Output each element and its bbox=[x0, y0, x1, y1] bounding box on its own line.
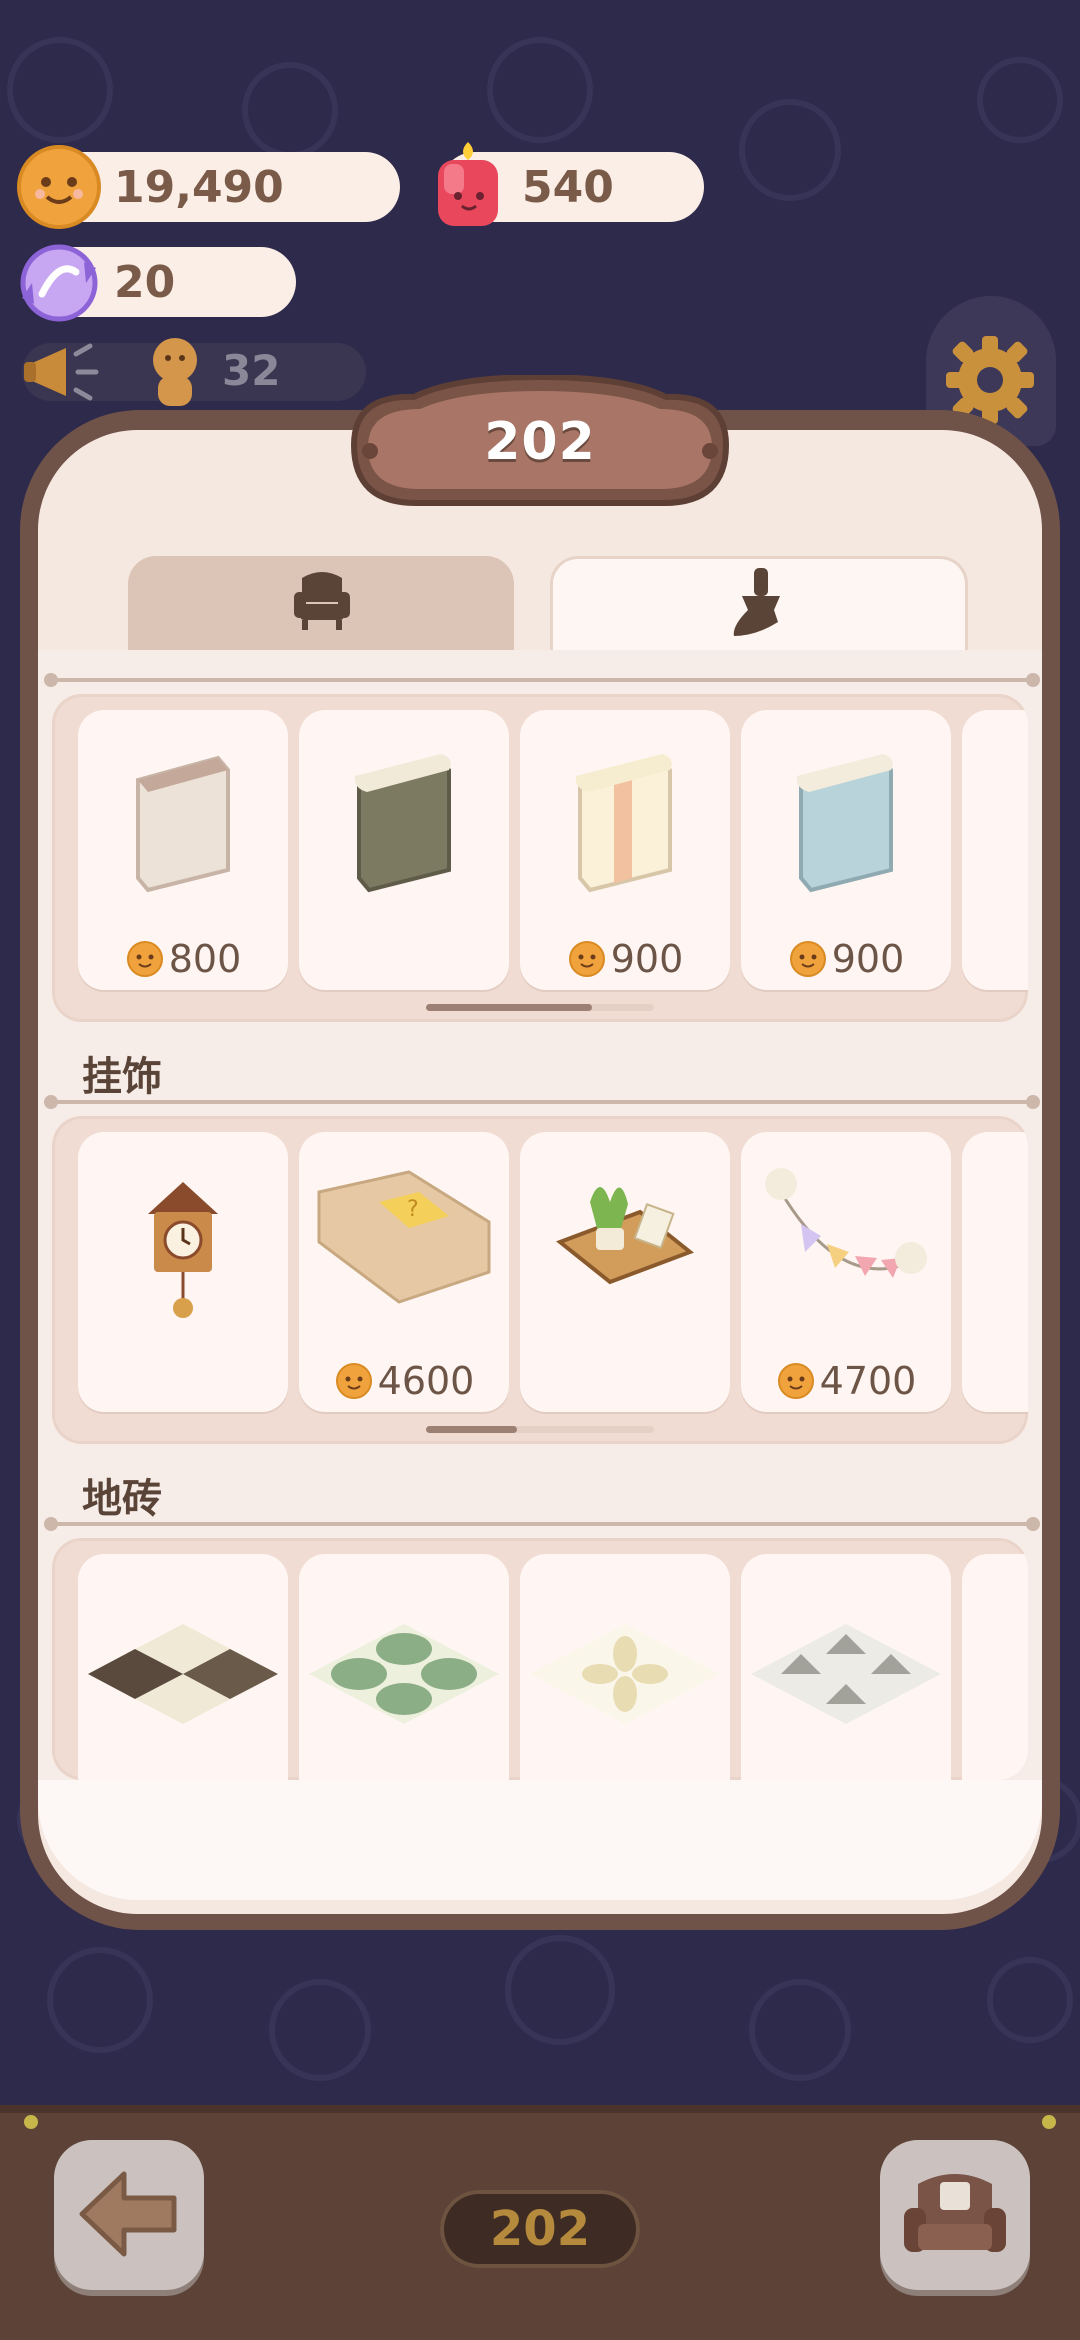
shop-item-card[interactable]: 800 bbox=[78, 710, 288, 990]
item-price-value: 4700 bbox=[819, 1359, 917, 1403]
white-panel-icon bbox=[136, 755, 230, 893]
item-price: 900 bbox=[741, 934, 951, 984]
shop-item-card[interactable] bbox=[520, 1554, 730, 1780]
item-price-value: 4600 bbox=[377, 1359, 475, 1403]
shop-item-card[interactable]: 900 bbox=[741, 710, 951, 990]
shop-item-card[interactable]: ? 4600 bbox=[299, 1132, 509, 1412]
megaphone-icon bbox=[24, 343, 99, 401]
panel-title: 202 bbox=[484, 412, 596, 472]
shop-item-card-partial[interactable] bbox=[962, 1132, 1028, 1412]
cookie-coin-icon bbox=[17, 145, 101, 229]
cuckoo-clock-icon bbox=[148, 1182, 218, 1318]
shelf-floor-tiles bbox=[52, 1538, 1028, 1780]
shelf-wall-decor: ? 4600 4700 bbox=[52, 1116, 1028, 1444]
plant-shelf-icon bbox=[556, 1187, 694, 1285]
cookie-coin-icon bbox=[777, 1363, 814, 1399]
shop-item-card[interactable] bbox=[741, 1554, 951, 1780]
section-title: 地砖 bbox=[82, 1476, 162, 1522]
wall-shelf-icon: ? bbox=[317, 1170, 491, 1304]
shop-item-card[interactable] bbox=[520, 1132, 730, 1412]
bottom-bar-edge bbox=[0, 2105, 1080, 2113]
crystal-candy-icon bbox=[20, 244, 98, 322]
shelf-scrollbar[interactable] bbox=[426, 1426, 654, 1433]
svg-text:?: ? bbox=[407, 1197, 419, 1222]
item-price: 4600 bbox=[299, 1356, 509, 1406]
olive-panel-icon bbox=[354, 754, 451, 893]
sofa-icon bbox=[904, 2174, 1006, 2252]
shop-item-card-partial[interactable] bbox=[962, 710, 1028, 990]
cookie-coin-icon bbox=[789, 941, 826, 977]
shop-item-card[interactable] bbox=[78, 1554, 288, 1780]
item-price: 4700 bbox=[741, 1356, 951, 1406]
cookie-coin-icon bbox=[126, 941, 163, 977]
ticker-count: 32 bbox=[222, 346, 281, 395]
shop-item-card[interactable]: 900 bbox=[520, 710, 730, 990]
gingerbread-icon bbox=[153, 338, 197, 406]
blue-panel-icon bbox=[796, 754, 893, 893]
floral-tile-icon bbox=[530, 1624, 720, 1724]
shelf-scrollbar-thumb[interactable] bbox=[426, 1426, 518, 1433]
cookie-coin-icon bbox=[568, 941, 605, 977]
candle-currency-value: 540 bbox=[522, 161, 614, 213]
checker-tile-icon bbox=[88, 1624, 278, 1724]
item-price-value: 800 bbox=[168, 937, 242, 981]
triangle-tile-icon bbox=[751, 1624, 941, 1724]
shelf-walls: 800 900 900 bbox=[52, 694, 1028, 1022]
shop-item-card-partial[interactable] bbox=[962, 1554, 1028, 1780]
gem-currency-value: 20 bbox=[114, 256, 176, 308]
item-price-value: 900 bbox=[610, 937, 684, 981]
cookie-coin-icon bbox=[335, 1363, 372, 1399]
shop-item-card[interactable]: 4700 bbox=[741, 1132, 951, 1412]
section-divider bbox=[44, 1095, 1040, 1109]
item-price: 800 bbox=[78, 934, 288, 984]
shelf-scrollbar-thumb[interactable] bbox=[426, 1004, 593, 1011]
shop-item-card[interactable] bbox=[299, 710, 509, 990]
armchair-icon bbox=[294, 572, 350, 630]
striped-panel-icon bbox=[575, 754, 672, 893]
red-candle-icon bbox=[438, 142, 498, 226]
cookie-currency-value: 19,490 bbox=[114, 161, 284, 213]
item-price: 900 bbox=[520, 934, 730, 984]
back-arrow-icon bbox=[79, 2171, 177, 2257]
section-title: 挂饰 bbox=[82, 1054, 162, 1100]
corner-stud bbox=[1042, 2115, 1056, 2129]
shop-item-card[interactable] bbox=[78, 1132, 288, 1412]
item-price-value: 900 bbox=[831, 937, 905, 981]
shelf-scrollbar[interactable] bbox=[426, 1004, 654, 1011]
shop-item-card[interactable] bbox=[299, 1554, 509, 1780]
item-price bbox=[299, 934, 509, 984]
section-divider bbox=[44, 1517, 1040, 1531]
corner-stud bbox=[24, 2115, 38, 2129]
brush-icon bbox=[733, 568, 780, 636]
panel-bottom bbox=[38, 1780, 1042, 1900]
green-circle-tile-icon bbox=[309, 1624, 499, 1724]
bunting-flags-icon bbox=[765, 1168, 927, 1278]
section-divider bbox=[44, 673, 1040, 687]
level-badge: 202 bbox=[440, 2190, 640, 2268]
